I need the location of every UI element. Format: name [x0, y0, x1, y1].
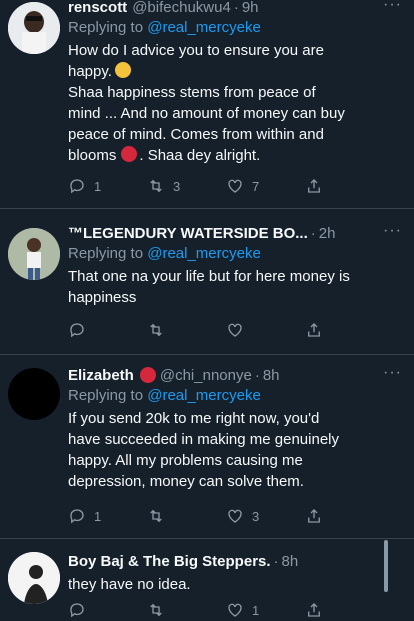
mention-link[interactable]: @real_mercyeke: [147, 245, 261, 262]
retweet-icon: [150, 509, 162, 523]
share-button[interactable]: [305, 176, 384, 196]
replying-prefix: Replying to: [68, 19, 144, 36]
text-line: How do I advice you to ensure you are: [68, 42, 324, 59]
reply-count: 1: [94, 178, 102, 194]
reply-button[interactable]: 1: [68, 176, 147, 196]
replying-prefix: Replying to: [68, 387, 144, 404]
like-count: 7: [252, 178, 260, 194]
avatar[interactable]: [8, 228, 60, 280]
tweet-text: If you send 20k to me right now, you'd h…: [68, 408, 402, 492]
text-span: happy.: [68, 63, 112, 80]
share-icon: [308, 509, 320, 523]
like-button[interactable]: 3: [226, 506, 305, 526]
mention-link[interactable]: @real_mercyeke: [147, 19, 261, 36]
retweet-icon: [150, 603, 162, 617]
avatar[interactable]: [8, 2, 60, 54]
retweet-button[interactable]: 3: [147, 176, 226, 196]
rose-emoji-icon: [139, 367, 156, 383]
like-icon: [228, 509, 242, 523]
author-name[interactable]: Boy Baj & The Big Steppers.: [68, 553, 271, 570]
mention-link[interactable]: @real_mercyeke: [147, 387, 261, 404]
avatar[interactable]: [8, 368, 60, 420]
timestamp[interactable]: 8h: [263, 367, 280, 384]
like-icon: [228, 603, 242, 617]
tweet[interactable]: renscott @bifechukwu4 · 9h ··· Replying …: [0, 0, 414, 209]
reply-button[interactable]: [68, 600, 147, 620]
author-name[interactable]: Elizabeth: [68, 367, 134, 384]
share-button[interactable]: [305, 506, 384, 526]
retweet-icon: [150, 179, 162, 193]
tweet-text: That one na your life but for here money…: [68, 266, 402, 308]
like-button[interactable]: 7: [226, 176, 305, 196]
reply-button[interactable]: 1: [68, 506, 147, 526]
replying-to: Replying to @real_mercyeke: [68, 244, 402, 264]
like-count: 1: [252, 602, 260, 618]
like-icon: [228, 323, 242, 337]
separator-dot: ·: [233, 0, 239, 16]
separator-dot: ·: [310, 224, 316, 242]
retweet-count: 3: [173, 178, 181, 194]
retweet-icon: [150, 323, 162, 337]
share-icon: [308, 323, 320, 337]
like-icon: [228, 179, 242, 193]
share-icon: [308, 179, 320, 193]
author-handle[interactable]: @bifechukwu4: [132, 0, 231, 16]
author-name[interactable]: ™LEGENDURY WATERSIDE BO...: [68, 225, 308, 242]
reply-icon: [70, 603, 84, 618]
more-icon[interactable]: ···: [383, 364, 402, 382]
like-button[interactable]: 1: [226, 600, 305, 620]
text-line: happy.: [68, 61, 402, 82]
tweet[interactable]: Boy Baj & The Big Steppers. · 8h they ha…: [0, 538, 414, 621]
reply-button[interactable]: [68, 320, 147, 340]
share-button[interactable]: [305, 600, 384, 620]
separator-dot: ·: [273, 552, 279, 570]
text-span: . Shaa dey alright.: [139, 147, 261, 164]
text-span: blooms: [68, 147, 117, 164]
tweet[interactable]: Elizabeth @chi_nnonye · 8h ··· Replying …: [0, 354, 414, 539]
text-line: depression, money can solve them.: [68, 473, 304, 490]
share-icon: [308, 603, 320, 617]
replying-to: Replying to @real_mercyeke: [68, 18, 402, 38]
like-button[interactable]: [226, 320, 305, 340]
retweet-button[interactable]: [147, 600, 226, 620]
timestamp[interactable]: 2h: [319, 225, 336, 242]
avatar[interactable]: [8, 552, 60, 604]
tweet-text: How do I advice you to ensure you are ha…: [68, 40, 402, 166]
timestamp[interactable]: 8h: [282, 553, 299, 570]
retweet-button[interactable]: [147, 506, 226, 526]
replying-to: Replying to @real_mercyeke: [68, 386, 402, 406]
text-line: have succeeded in making me genuinely: [68, 431, 340, 448]
retweet-button[interactable]: [147, 320, 226, 340]
timestamp[interactable]: 9h: [242, 0, 259, 16]
author-name[interactable]: renscott: [68, 0, 127, 16]
rose-emoji-icon: [121, 146, 138, 162]
text-line: mind ... And no amount of money can buy: [68, 105, 345, 122]
thinking-emoji-icon: [114, 62, 131, 78]
more-icon[interactable]: ···: [383, 222, 402, 240]
text-line: Shaa happiness stems from peace of: [68, 84, 316, 101]
text-line: happy. All my problems causing me: [68, 452, 303, 469]
text-line: If you send 20k to me right now, you'd: [68, 410, 320, 427]
like-count: 3: [252, 508, 260, 524]
reply-icon: [70, 179, 84, 194]
tweet-text: they have no idea.: [68, 576, 191, 593]
tweet[interactable]: ™LEGENDURY WATERSIDE BO... · 2h ··· Repl…: [0, 208, 414, 355]
text-line: happiness: [68, 289, 137, 306]
text-line: peace of mind. Comes from within and: [68, 126, 324, 143]
reply-count: 1: [94, 508, 102, 524]
share-button[interactable]: [305, 320, 384, 340]
replying-prefix: Replying to: [68, 245, 144, 262]
more-icon[interactable]: ···: [383, 0, 402, 14]
reply-icon: [70, 323, 84, 338]
author-handle[interactable]: @chi_nnonye: [160, 367, 252, 384]
reply-icon: [70, 509, 84, 524]
separator-dot: ·: [254, 366, 260, 384]
scrollbar[interactable]: [384, 540, 388, 592]
text-line: blooms . Shaa dey alright.: [68, 145, 402, 166]
text-line: That one na your life but for here money…: [68, 268, 350, 285]
